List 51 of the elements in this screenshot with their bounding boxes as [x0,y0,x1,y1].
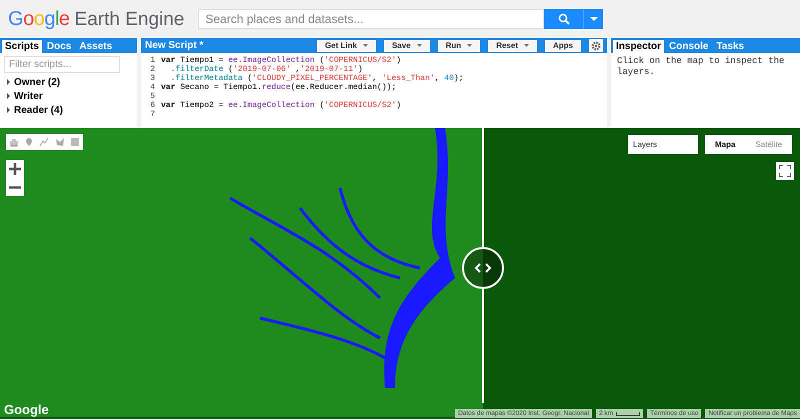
settings-button[interactable] [589,39,603,52]
map-logo: Google [4,402,49,417]
panel-tab[interactable]: Assets [76,40,116,53]
search-icon [558,13,570,25]
script-folder[interactable]: Reader (4) [0,103,137,117]
code-line: .filterDate ('2019-07-06' ,'2019-07-11') [170,65,363,74]
layers-button[interactable]: Layers [628,135,698,154]
line-number: 5 [149,92,155,101]
line-number: 4 [149,83,155,92]
line-icon[interactable] [39,137,50,147]
minus-icon [9,186,21,188]
line-number: 6 [149,101,155,110]
code-line: var Tiempo2 = ee.ImageCollection ('COPERNICUS/S2') [161,101,402,110]
plus-icon [9,163,21,175]
code-line: var Tiempo1 = ee.ImageCollection ('COPERNICUS/S2') [161,56,402,65]
script-folder[interactable]: Owner (2) [0,75,137,89]
line-number: 1 [149,56,155,65]
pin-icon[interactable] [24,137,34,147]
search-button[interactable] [544,9,584,29]
panel-tab[interactable]: Tasks [713,40,748,53]
panel-tab[interactable]: Console [666,40,712,53]
script-folder[interactable]: Writer [0,89,137,103]
toolbar-button[interactable]: Get Link [316,40,376,52]
line-number: 2 [149,65,155,74]
toolbar-button[interactable]: Save [384,40,430,52]
fullscreen-icon [779,165,791,177]
search-field[interactable]: Search places and datasets... [198,9,544,29]
zoom-in-button[interactable] [6,160,24,178]
caret-icon [590,17,598,21]
line-number: 3 [149,74,155,83]
code-line: var Secano = Tiempo1.reduce(ee.Reducer.median()); [161,83,396,92]
panel-tab[interactable]: Inspector [613,40,664,53]
settings-icon [591,40,601,50]
script-title: New Script * [145,40,204,51]
filter-field[interactable]: Filter scripts... [4,56,120,73]
toolbar-button[interactable]: Reset [488,40,537,52]
square-icon[interactable] [70,137,80,147]
left-right-arrows-icon [474,263,492,273]
code-line: .filterMetadata ('CLOUDY_PIXEL_PERCENTAGE', 'Less_Than', 40); [170,74,464,83]
fullscreen-button[interactable] [776,162,794,180]
split-handle[interactable] [462,247,504,289]
toolbar-button[interactable]: Apps [545,40,581,52]
hand-icon[interactable] [8,137,19,147]
logo: Google Earth Engine [8,8,184,30]
search-options-button[interactable] [583,9,604,29]
toolbar-button[interactable]: Run [438,40,480,52]
panel-tab[interactable]: Docs [44,40,74,53]
line-number: 7 [149,110,155,119]
panel-tab[interactable]: Scripts [2,40,42,53]
polygon-icon[interactable] [54,137,65,147]
inspector-message: Click on the map to inspect the layers. [616,55,786,79]
